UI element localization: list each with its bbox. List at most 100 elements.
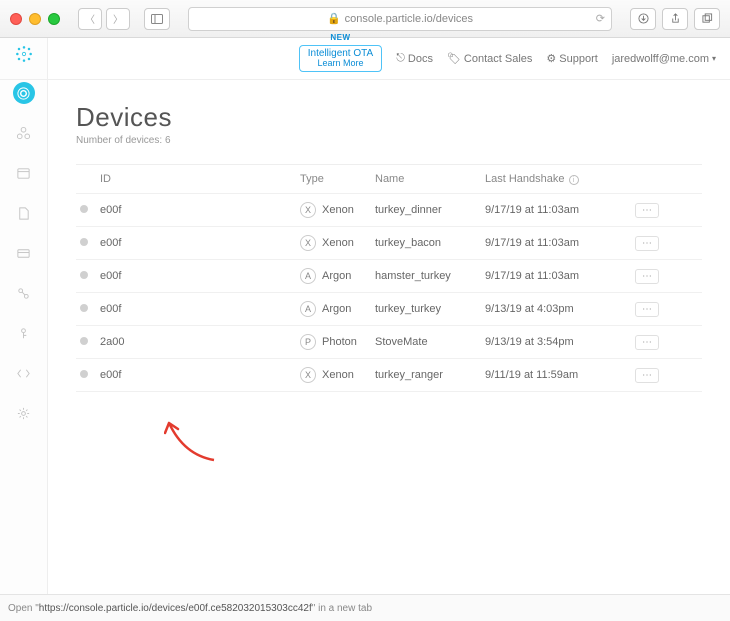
docs-icon: ⎋	[396, 52, 405, 65]
row-actions-button[interactable]: ⋯	[635, 236, 659, 251]
sidebar-item-billing[interactable]	[13, 242, 35, 264]
downloads-icon	[638, 13, 649, 24]
sidebar-toggle-icon	[151, 13, 163, 25]
type-badge-icon: X	[300, 367, 316, 383]
sidebar-item-events[interactable]	[13, 162, 35, 184]
page-content: Devices Number of devices: 6 ID Type Nam…	[48, 80, 730, 594]
tabs-icon	[702, 13, 713, 24]
sidebar-toggle-button[interactable]	[144, 8, 170, 30]
products-icon	[16, 126, 31, 141]
status-url: https://console.particle.io/devices/e00f…	[39, 603, 312, 614]
cell-last-handshake: 9/17/19 at 11:03am	[485, 237, 635, 249]
cell-type: XXenon	[300, 367, 375, 383]
docs-label: Docs	[408, 53, 433, 65]
col-id[interactable]: ID	[100, 173, 300, 185]
reload-icon[interactable]: ⟳	[596, 12, 605, 25]
status-indicator	[80, 304, 88, 312]
cell-last-handshake: 9/17/19 at 11:03am	[485, 204, 635, 216]
col-type[interactable]: Type	[300, 173, 375, 185]
cell-id: 2a00	[100, 336, 300, 348]
cell-type: PPhoton	[300, 334, 375, 350]
col-name[interactable]: Name	[375, 173, 485, 185]
status-indicator	[80, 271, 88, 279]
table-row[interactable]: e00fXXenonturkey_bacon9/17/19 at 11:03am…	[76, 227, 702, 260]
device-count-label: Number of devices:	[76, 135, 162, 146]
cell-name: turkey_turkey	[375, 303, 485, 315]
table-row[interactable]: e00fXXenonturkey_ranger9/11/19 at 11:59a…	[76, 359, 702, 392]
row-actions-button[interactable]: ⋯	[635, 302, 659, 317]
cell-id: e00f	[100, 237, 300, 249]
table-row[interactable]: e00fXXenonturkey_dinner9/17/19 at 11:03a…	[76, 194, 702, 227]
status-suffix: " in a new tab	[312, 603, 372, 614]
downloads-button[interactable]	[630, 8, 656, 30]
chevron-down-icon: ▾	[712, 54, 716, 63]
sidebar-item-settings[interactable]	[13, 402, 35, 424]
support-icon: ⚙	[546, 52, 556, 65]
sidebar-item-ide[interactable]	[13, 362, 35, 384]
sidebar-item-sims[interactable]	[13, 202, 35, 224]
promo-learn-link[interactable]: Learn More	[308, 59, 373, 69]
table-row[interactable]: 2a00PPhotonStoveMate9/13/19 at 3:54pm⋯	[76, 326, 702, 359]
row-actions-button[interactable]: ⋯	[635, 203, 659, 218]
status-indicator	[80, 205, 88, 213]
ide-icon	[16, 366, 31, 381]
devices-icon	[16, 86, 31, 101]
integrations-icon	[16, 286, 31, 301]
cell-type: XXenon	[300, 235, 375, 251]
cell-last-handshake: 9/11/19 at 11:59am	[485, 369, 635, 381]
cell-type: AArgon	[300, 268, 375, 284]
status-indicator	[80, 337, 88, 345]
share-button[interactable]	[662, 8, 688, 30]
window-zoom-button[interactable]	[48, 13, 60, 25]
window-traffic-lights	[10, 13, 60, 25]
annotation-arrow	[164, 415, 224, 465]
info-icon[interactable]: i	[569, 175, 579, 185]
sims-icon	[16, 206, 31, 221]
cell-id: e00f	[100, 270, 300, 282]
cell-id: e00f	[100, 204, 300, 216]
tag-icon: 🏷	[447, 52, 461, 65]
support-link[interactable]: ⚙Support	[546, 52, 597, 65]
sidebar-item-auth[interactable]	[13, 322, 35, 344]
status-indicator	[80, 238, 88, 246]
type-badge-icon: A	[300, 301, 316, 317]
page-title: Devices	[76, 102, 702, 133]
auth-icon	[16, 326, 31, 341]
contact-label: Contact Sales	[464, 53, 532, 65]
support-label: Support	[559, 53, 598, 65]
lock-icon: 🔒	[327, 12, 341, 25]
sidebar-item-integrations[interactable]	[13, 282, 35, 304]
tabs-button[interactable]	[694, 8, 720, 30]
sidebar-item-products[interactable]	[13, 122, 35, 144]
address-text: console.particle.io/devices	[345, 13, 473, 25]
billing-icon	[16, 246, 31, 261]
row-actions-button[interactable]: ⋯	[635, 368, 659, 383]
row-actions-button[interactable]: ⋯	[635, 335, 659, 350]
window-minimize-button[interactable]	[29, 13, 41, 25]
back-button[interactable]: 〈	[78, 8, 102, 30]
cell-type: XXenon	[300, 202, 375, 218]
user-email: jaredwolff@me.com	[612, 53, 709, 65]
contact-sales-link[interactable]: 🏷Contact Sales	[447, 52, 532, 65]
user-menu[interactable]: jaredwolff@me.com▾	[612, 53, 716, 65]
cell-name: turkey_dinner	[375, 204, 485, 216]
forward-button[interactable]: 〉	[106, 8, 130, 30]
row-actions-button[interactable]: ⋯	[635, 269, 659, 284]
status-prefix: Open "	[8, 603, 39, 614]
sidebar-item-devices[interactable]	[13, 82, 35, 104]
type-badge-icon: A	[300, 268, 316, 284]
docs-link[interactable]: ⎋Docs	[396, 52, 433, 65]
events-icon	[16, 166, 31, 181]
col-last-handshake[interactable]: Last Handshakei	[485, 173, 635, 185]
address-bar[interactable]: 🔒 console.particle.io/devices ⟳	[188, 7, 612, 31]
cell-name: turkey_bacon	[375, 237, 485, 249]
table-row[interactable]: e00fAArgonturkey_turkey9/13/19 at 4:03pm…	[76, 293, 702, 326]
browser-statusbar: Open " https://console.particle.io/devic…	[0, 594, 730, 621]
cell-name: turkey_ranger	[375, 369, 485, 381]
app-sidebar	[0, 38, 48, 594]
table-row[interactable]: e00fAArgonhamster_turkey9/17/19 at 11:03…	[76, 260, 702, 293]
promo-banner[interactable]: NEW Intelligent OTA Learn More	[299, 45, 382, 72]
window-titlebar: 〈 〉 🔒 console.particle.io/devices ⟳	[0, 0, 730, 38]
window-close-button[interactable]	[10, 13, 22, 25]
promo-new-tag: NEW	[330, 34, 350, 43]
